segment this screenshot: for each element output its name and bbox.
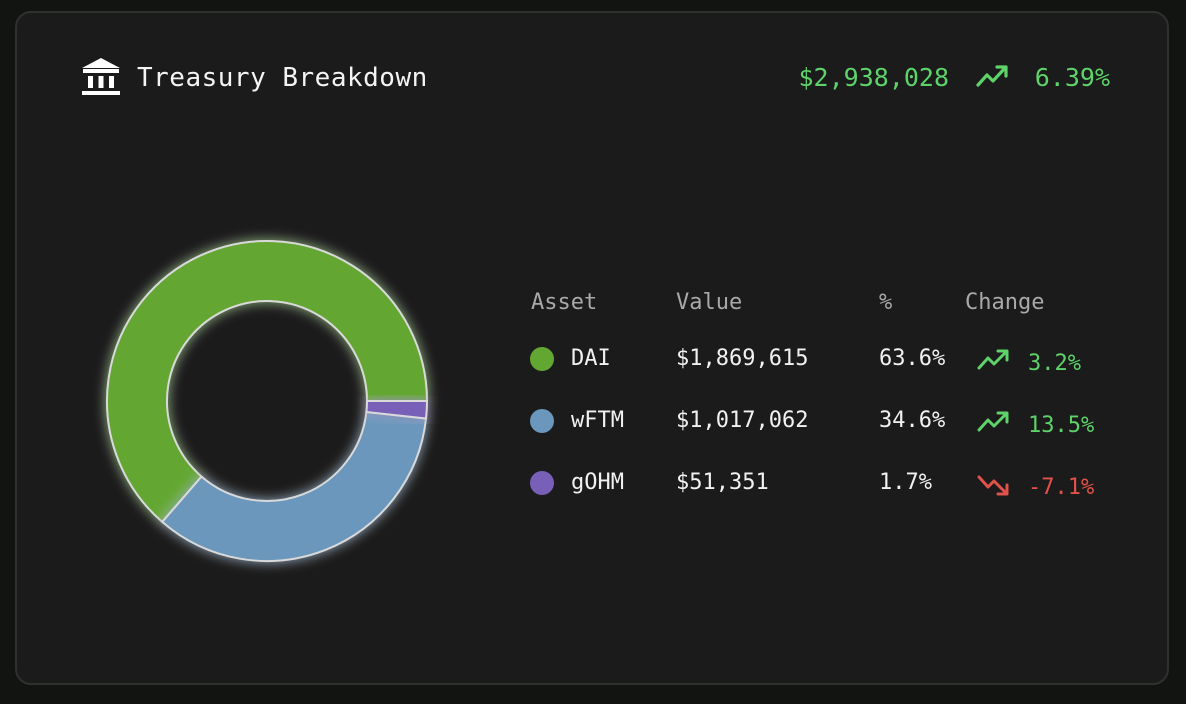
table-cell-change: 13.5%	[1028, 413, 1095, 438]
trending-up-icon	[977, 349, 1009, 370]
table-cell-change: -7.1%	[1028, 475, 1095, 500]
treasury-card: Treasury Breakdown $2,938,028 6.39% Asse…	[15, 11, 1169, 685]
table-cell-change: 3.2%	[1028, 351, 1081, 376]
table-cell-percent: 34.6%	[879, 408, 946, 433]
column-header-value: Value	[676, 290, 743, 315]
table-cell-asset: wFTM	[571, 408, 624, 433]
total-value: $2,938,028	[798, 63, 949, 92]
table-cell-value: $51,351	[676, 470, 769, 495]
legend-dot-gohm	[530, 471, 554, 495]
bank-icon	[82, 58, 120, 95]
donut-chart	[106, 240, 429, 562]
table-cell-value: $1,869,615	[676, 346, 809, 371]
trending-up-icon	[976, 65, 1008, 87]
table-cell-value: $1,017,062	[676, 408, 809, 433]
page-title: Treasury Breakdown	[137, 63, 428, 93]
table-cell-percent: 63.6%	[879, 346, 946, 371]
legend-dot-dai	[530, 347, 554, 371]
column-header-asset: Asset	[531, 290, 598, 315]
trending-up-icon	[977, 411, 1009, 432]
table-cell-asset: gOHM	[571, 470, 624, 495]
column-header-change: Change	[965, 290, 1045, 315]
legend-dot-wftm	[530, 409, 554, 433]
table-cell-asset: DAI	[571, 346, 611, 371]
column-header-percent: %	[879, 290, 893, 315]
table-cell-percent: 1.7%	[879, 470, 932, 495]
donut-slice-wftm[interactable]	[160, 410, 428, 562]
trending-down-icon	[977, 475, 1009, 496]
total-change: 6.39%	[1034, 63, 1110, 92]
